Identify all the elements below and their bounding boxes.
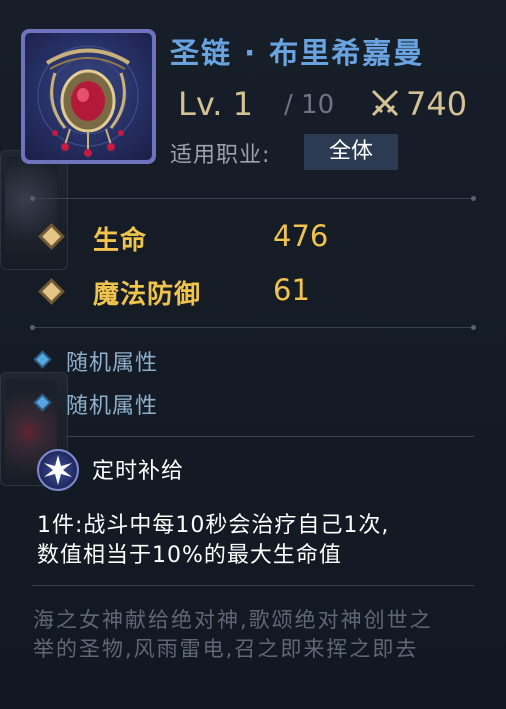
set-bonus-title: 定时补给 <box>92 459 185 484</box>
stat-diamond-icon <box>42 282 61 301</box>
background-item-card[interactable] <box>0 150 68 270</box>
flavor-text-line2: 举的圣物,风雨雷电,召之即来挥之即去 <box>33 637 419 661</box>
stat-value-mdef: 61 <box>273 273 310 307</box>
stat-name-mdef: 魔法防御 <box>93 280 202 310</box>
set-bonus-desc-line1: 1件:战斗中每10秒会治疗自己1次, <box>37 513 390 538</box>
item-name: 圣链 · 布里希嘉曼 <box>170 36 425 70</box>
divider <box>30 325 476 330</box>
random-attribute: 随机属性 <box>66 351 159 376</box>
set-bonus-desc-line2: 数值相当于10%的最大生命值 <box>37 543 342 568</box>
necklace-artwork <box>37 45 139 157</box>
stat-value-hp: 476 <box>273 219 329 253</box>
divider <box>30 196 476 201</box>
divider <box>66 436 474 437</box>
star-burst-icon <box>37 449 79 491</box>
stat-name-hp: 生命 <box>93 226 148 256</box>
item-tooltip-panel: 圣链 · 布里希嘉曼 Lv. 1 / 10 740 适用职业: 全体 生命 47… <box>0 0 506 709</box>
item-icon-frame <box>21 29 156 164</box>
item-max-level: / 10 <box>284 90 335 120</box>
crossed-swords-icon <box>371 89 399 117</box>
combat-power: 740 <box>406 85 468 123</box>
divider <box>32 585 474 586</box>
random-attribute: 随机属性 <box>66 394 159 419</box>
flavor-text-line1: 海之女神献给绝对神,歌颂绝对神创世之 <box>33 608 433 632</box>
item-level: Lv. 1 <box>178 85 253 123</box>
class-badge: 全体 <box>304 134 398 170</box>
random-attr-diamond-icon <box>36 353 49 366</box>
class-label: 适用职业: <box>170 143 271 168</box>
necklace-pendant-icon <box>25 33 152 160</box>
